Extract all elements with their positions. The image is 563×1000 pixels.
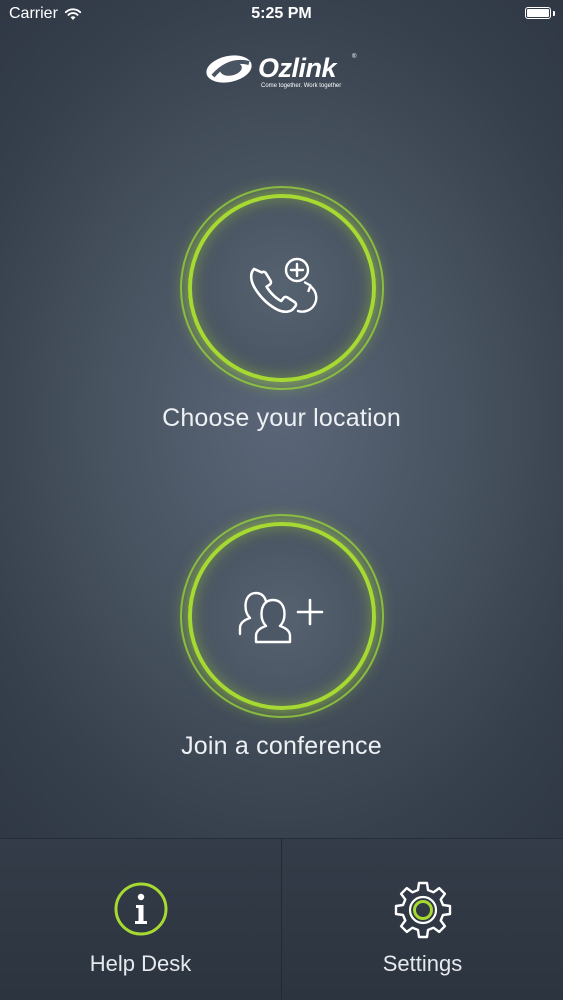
gear-icon	[394, 881, 451, 939]
battery-level	[527, 9, 549, 17]
settings-label: Settings	[382, 951, 463, 976]
ozlink-logo: Ozlink ® Come together. Work together	[203, 50, 363, 94]
battery-tip	[553, 11, 555, 16]
choose-location-button[interactable]	[179, 186, 384, 390]
help-desk-label: Help Desk	[89, 951, 192, 976]
status-time: 5:25 PM	[251, 5, 312, 22]
add-group-icon	[238, 591, 323, 644]
home-screen: Carrier 5:25 PM Ozlink ® Come together. …	[0, 0, 563, 1000]
settings-tab[interactable]: Settings	[281, 839, 563, 1000]
ozlink-logo-mark-icon	[206, 55, 252, 83]
join-conference-label: Join a conference	[181, 732, 382, 760]
info-icon	[114, 882, 167, 936]
join-conference-button[interactable]	[179, 514, 384, 718]
bottom-bar: Help Desk Settings	[0, 838, 563, 1000]
logo-name: Ozlink	[258, 53, 337, 83]
phone-add-icon	[249, 257, 317, 314]
status-bar: Carrier 5:25 PM	[0, 0, 563, 30]
choose-location-label: Choose your location	[162, 404, 401, 432]
choose-location-section: Choose your location	[0, 186, 563, 433]
ring-icon-holder	[180, 514, 384, 718]
ring-icon-holder	[180, 186, 384, 390]
help-desk-tab[interactable]: Help Desk	[0, 839, 281, 1000]
join-conference-section: Join a conference	[0, 514, 563, 761]
logo-tagline: Come together. Work together	[261, 83, 342, 89]
battery-full-icon	[525, 7, 551, 19]
logo-registered-mark: ®	[352, 54, 357, 60]
